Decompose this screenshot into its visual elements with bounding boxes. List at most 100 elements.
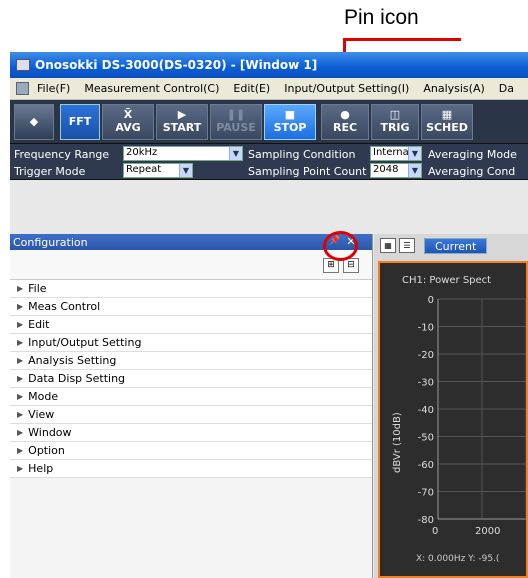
tree-item-label: Analysis Setting [28, 354, 117, 367]
tree-item-label: Edit [28, 318, 50, 331]
y-tick-label: -30 [418, 378, 434, 389]
average-icon: X̄ [123, 108, 133, 121]
sampling-condition-select[interactable]: Internal ▼ [370, 146, 422, 161]
pin-icon-callout-label: Pin icon [344, 6, 419, 29]
expand-triangle-icon: ▶ [17, 284, 24, 293]
rec-button[interactable]: ● REC [321, 103, 369, 140]
chevron-down-icon: ▼ [229, 147, 242, 160]
tab-current[interactable]: Current [424, 237, 488, 254]
expand-triangle-icon: ▶ [17, 302, 24, 311]
trigger-mode-value: Repeat [126, 164, 162, 175]
tree-item-window[interactable]: ▶ Window [10, 424, 372, 442]
menu-app-icon[interactable] [16, 82, 30, 95]
tree-item-view[interactable]: ▶ View [10, 406, 372, 424]
averaging-condition-label: Averaging Cond [428, 164, 516, 178]
trig-button[interactable]: ◫ TRIG [371, 103, 419, 140]
start-label: START [162, 121, 202, 134]
sampling-point-count-label: Sampling Point Count [248, 164, 367, 178]
configuration-panel: Configuration 📌 ✕ ⊞ ⊟ ▶ File ▶ Meas Contro… [10, 234, 373, 578]
sampling-condition-label: Sampling Condition [248, 147, 356, 161]
tree-item-file[interactable]: ▶ File [10, 280, 372, 298]
title-bar: Onosokki DS-3000(DS-0320) - [Window 1] [10, 52, 528, 78]
sampling-point-count-value: 2048 [373, 164, 399, 175]
y-tick-label: -10 [418, 323, 434, 334]
stop-label: STOP [273, 121, 307, 134]
window-title: Onosokki DS-3000(DS-0320) - [Window 1] [35, 58, 318, 72]
expand-triangle-icon: ▶ [17, 356, 24, 365]
tree-item-help[interactable]: ▶ Help [10, 460, 372, 478]
avg-label: AVG [115, 121, 141, 134]
stop-button[interactable]: ■ STOP [264, 103, 316, 140]
play-icon: ▶ [177, 108, 187, 121]
main-toolbar: ◆ FFT X̄ AVG ▶ START ❚❚ PAUSE ■ STOP ● REC ◫ T… [10, 100, 528, 144]
x-tick-0: 0 [432, 526, 438, 537]
x-tick-2000: 2000 [475, 526, 500, 537]
tree-item-label: Mode [28, 390, 59, 403]
trigger-mode-label: Trigger Mode [14, 164, 86, 178]
menu-edit[interactable]: Edit(E) [233, 82, 270, 95]
schedule-icon: ▦ [441, 108, 453, 121]
graph-panel: ▦ ☰ Current CH1: Power Spect dBVr (10dB)… [374, 234, 528, 578]
avg-button[interactable]: X̄ AVG [102, 103, 154, 140]
menu-file[interactable]: File(F) [37, 82, 70, 95]
start-button[interactable]: ▶ START [156, 103, 208, 140]
tree-item-edit[interactable]: ▶ Edit [10, 316, 372, 334]
y-tick-label: 0 [428, 295, 434, 306]
chevron-down-icon: ▼ [408, 147, 421, 160]
menu-data[interactable]: Da [499, 82, 514, 95]
tree-item-meas-control[interactable]: ▶ Meas Control [10, 298, 372, 316]
frequency-range-select[interactable]: 20kHz ▼ [123, 146, 243, 161]
trigger-icon: ◫ [389, 108, 401, 121]
menu-analysis[interactable]: Analysis(A) [423, 82, 484, 95]
y-axis-label: dBVr (10dB) [392, 412, 403, 473]
spectrum-graph[interactable]: CH1: Power Spect dBVr (10dB) 0 -10 -20 -30 -… [378, 261, 528, 578]
y-tick-label: -80 [418, 515, 434, 526]
logo-icon: ◆ [29, 114, 39, 128]
y-tick-label: -70 [418, 488, 434, 499]
y-tick-label: -20 [418, 350, 434, 361]
sampling-point-count-select[interactable]: 2048 ▼ [370, 163, 422, 178]
averaging-mode-label: Averaging Mode [428, 147, 517, 161]
tree-item-analysis-setting[interactable]: ▶ Analysis Setting [10, 352, 372, 370]
expand-triangle-icon: ▶ [17, 320, 24, 329]
sched-button[interactable]: ▦ SCHED [421, 103, 473, 140]
expand-triangle-icon: ▶ [17, 428, 24, 437]
logo-button[interactable]: ◆ [14, 103, 54, 140]
tree-item-label: Data Disp Setting [28, 372, 126, 385]
configuration-panel-header: Configuration 📌 ✕ [10, 234, 372, 250]
pause-label: PAUSE [216, 121, 256, 134]
tree-item-label: View [28, 408, 55, 421]
tree-item-option[interactable]: ▶ Option [10, 442, 372, 460]
expand-triangle-icon: ▶ [17, 446, 24, 455]
tree-item-mode[interactable]: ▶ Mode [10, 388, 372, 406]
menu-input-output-setting[interactable]: Input/Output Setting(I) [284, 82, 409, 95]
frequency-range-value: 20kHz [126, 147, 158, 158]
tree-item-label: Help [28, 462, 54, 475]
expand-triangle-icon: ▶ [17, 410, 24, 419]
tree-item-label: Meas Control [28, 300, 101, 313]
sched-label: SCHED [426, 121, 468, 134]
sampling-condition-value: Internal [373, 147, 412, 158]
fft-label: FFT [68, 115, 92, 128]
tree-item-label: Input/Output Setting [28, 336, 142, 349]
spectrum-graph-svg: CH1: Power Spect dBVr (10dB) 0 -10 -20 -30 -… [392, 275, 526, 564]
frequency-range-label: Frequency Range [14, 147, 110, 161]
tree-item-data-disp-setting[interactable]: ▶ Data Disp Setting [10, 370, 372, 388]
tree-item-label: Option [28, 444, 65, 457]
configuration-panel-toolbar: ⊞ ⊟ [10, 250, 372, 280]
expand-triangle-icon: ▶ [17, 374, 24, 383]
pause-button[interactable]: ❚❚ PAUSE [210, 103, 262, 140]
chevron-down-icon: ▼ [179, 164, 192, 177]
graph-toolbar: ▦ ☰ Current [374, 234, 528, 257]
trig-label: TRIG [380, 121, 410, 134]
expand-triangle-icon: ▶ [17, 338, 24, 347]
list-view-icon[interactable]: ☰ [399, 238, 415, 253]
menu-measurement-control[interactable]: Measurement Control(C) [84, 82, 219, 95]
grid-view-icon[interactable]: ▦ [380, 238, 396, 253]
pause-icon: ❚❚ [226, 108, 246, 121]
trigger-mode-select[interactable]: Repeat ▼ [123, 163, 193, 178]
tree-item-input-output-setting[interactable]: ▶ Input/Output Setting [10, 334, 372, 352]
channel-title: CH1: Power Spect [402, 275, 491, 286]
fft-button[interactable]: FFT [60, 103, 100, 140]
application-window: Onosokki DS-3000(DS-0320) - [Window 1] F… [10, 52, 528, 578]
